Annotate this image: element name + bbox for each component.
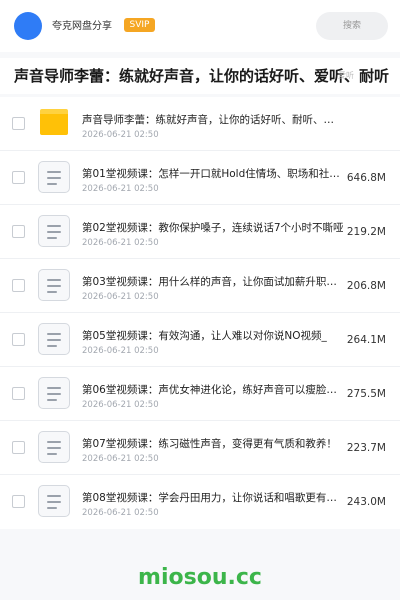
item-name[interactable]: 第03堂视频课：用什么样的声音，让你面试加薪升职最有说服力: [82, 275, 344, 289]
video-file-icon: [38, 323, 70, 355]
video-file-icon: [38, 269, 70, 301]
video-file-icon: [38, 215, 70, 247]
item-date: 2026-06-21 02:50: [82, 454, 159, 464]
list-item[interactable]: 第03堂视频课：用什么样的声音，让你面试加薪升职最有说服力 2026-06-21…: [0, 259, 400, 313]
item-name[interactable]: 第01堂视频课：怎样一开口就Hold住情场、职场和社交场？: [82, 167, 344, 181]
title-overlay-text: 爱听: [338, 71, 354, 80]
item-name[interactable]: 第07堂视频课：练习磁性声音，变得更有气质和教养！: [82, 437, 344, 451]
list-item[interactable]: 第06堂视频课：声优女神进化论，练好声音可以瘦脸视频 2026-06-21 02…: [0, 367, 400, 421]
item-date: 2026-06-21 02:50: [82, 184, 159, 194]
list-item[interactable]: 第02堂视频课：教你保护嗓子，连续说话7个小时不嘶哑 2026-06-21 02…: [0, 205, 400, 259]
item-size: 223.7M: [342, 441, 386, 455]
list-item[interactable]: 第01堂视频课：怎样一开口就Hold住情场、职场和社交场？ 2026-06-21…: [0, 151, 400, 205]
list-item[interactable]: 第08堂视频课：学会丹田用力，让你说话和唱歌更有魅力 2026-06-21 02…: [0, 475, 400, 529]
item-size: 275.5M: [342, 387, 386, 401]
folder-icon: [40, 109, 68, 135]
item-size: 219.2M: [342, 225, 386, 239]
item-date: 2026-06-21 02:50: [82, 346, 159, 356]
item-date: 2026-06-21 02:50: [82, 130, 159, 140]
username: 夸克网盘分享: [52, 21, 112, 32]
item-size: 243.0M: [342, 495, 386, 509]
avatar[interactable]: [14, 12, 42, 40]
item-checkbox[interactable]: [12, 279, 25, 292]
item-checkbox[interactable]: [12, 387, 25, 400]
video-file-icon: [38, 377, 70, 409]
video-file-icon: [38, 485, 70, 517]
item-size: 206.8M: [342, 279, 386, 293]
folder-title-bar: 声音导师李蕾：练就好声音，让你的话好听、爱听、耐听 爱听: [0, 58, 400, 94]
video-file-icon: [38, 161, 70, 193]
top-bar: 夸克网盘分享 SVIP 搜索: [0, 0, 400, 52]
list-item[interactable]: 第05堂视频课：有效沟通，让人难以对你说NO视频_ 2026-06-21 02:…: [0, 313, 400, 367]
item-name[interactable]: 第05堂视频课：有效沟通，让人难以对你说NO视频_: [82, 329, 344, 343]
item-checkbox[interactable]: [12, 495, 25, 508]
item-date: 2026-06-21 02:50: [82, 400, 159, 410]
item-name[interactable]: 第06堂视频课：声优女神进化论，练好声音可以瘦脸视频: [82, 383, 344, 397]
item-checkbox[interactable]: [12, 117, 25, 130]
item-date: 2026-06-21 02:50: [82, 238, 159, 248]
item-date: 2026-06-21 02:50: [82, 508, 159, 518]
item-size: 264.1M: [342, 333, 386, 347]
search-input[interactable]: 搜索: [316, 12, 388, 40]
video-file-icon: [38, 431, 70, 463]
list-item[interactable]: 声音导师李蕾：练就好声音，让你的话好听、耐听、爱听 2026-06-21 02:…: [0, 97, 400, 151]
item-checkbox[interactable]: [12, 225, 25, 238]
watermark-text: miosou.cc: [138, 565, 262, 590]
file-list: 声音导师李蕾：练就好声音，让你的话好听、耐听、爱听 2026-06-21 02:…: [0, 97, 400, 529]
item-name[interactable]: 声音导师李蕾：练就好声音，让你的话好听、耐听、爱听: [82, 113, 344, 127]
item-checkbox[interactable]: [12, 171, 25, 184]
item-checkbox[interactable]: [12, 441, 25, 454]
item-size: 646.8M: [342, 171, 386, 185]
item-name[interactable]: 第08堂视频课：学会丹田用力，让你说话和唱歌更有魅力: [82, 491, 344, 505]
list-item[interactable]: 第07堂视频课：练习磁性声音，变得更有气质和教养！ 2026-06-21 02:…: [0, 421, 400, 475]
item-checkbox[interactable]: [12, 333, 25, 346]
item-name[interactable]: 第02堂视频课：教你保护嗓子，连续说话7个小时不嘶哑: [82, 221, 344, 235]
svip-badge[interactable]: SVIP: [124, 18, 155, 32]
item-date: 2026-06-21 02:50: [82, 292, 159, 302]
page-title: 声音导师李蕾：练就好声音，让你的话好听、爱听、耐听: [14, 67, 390, 85]
